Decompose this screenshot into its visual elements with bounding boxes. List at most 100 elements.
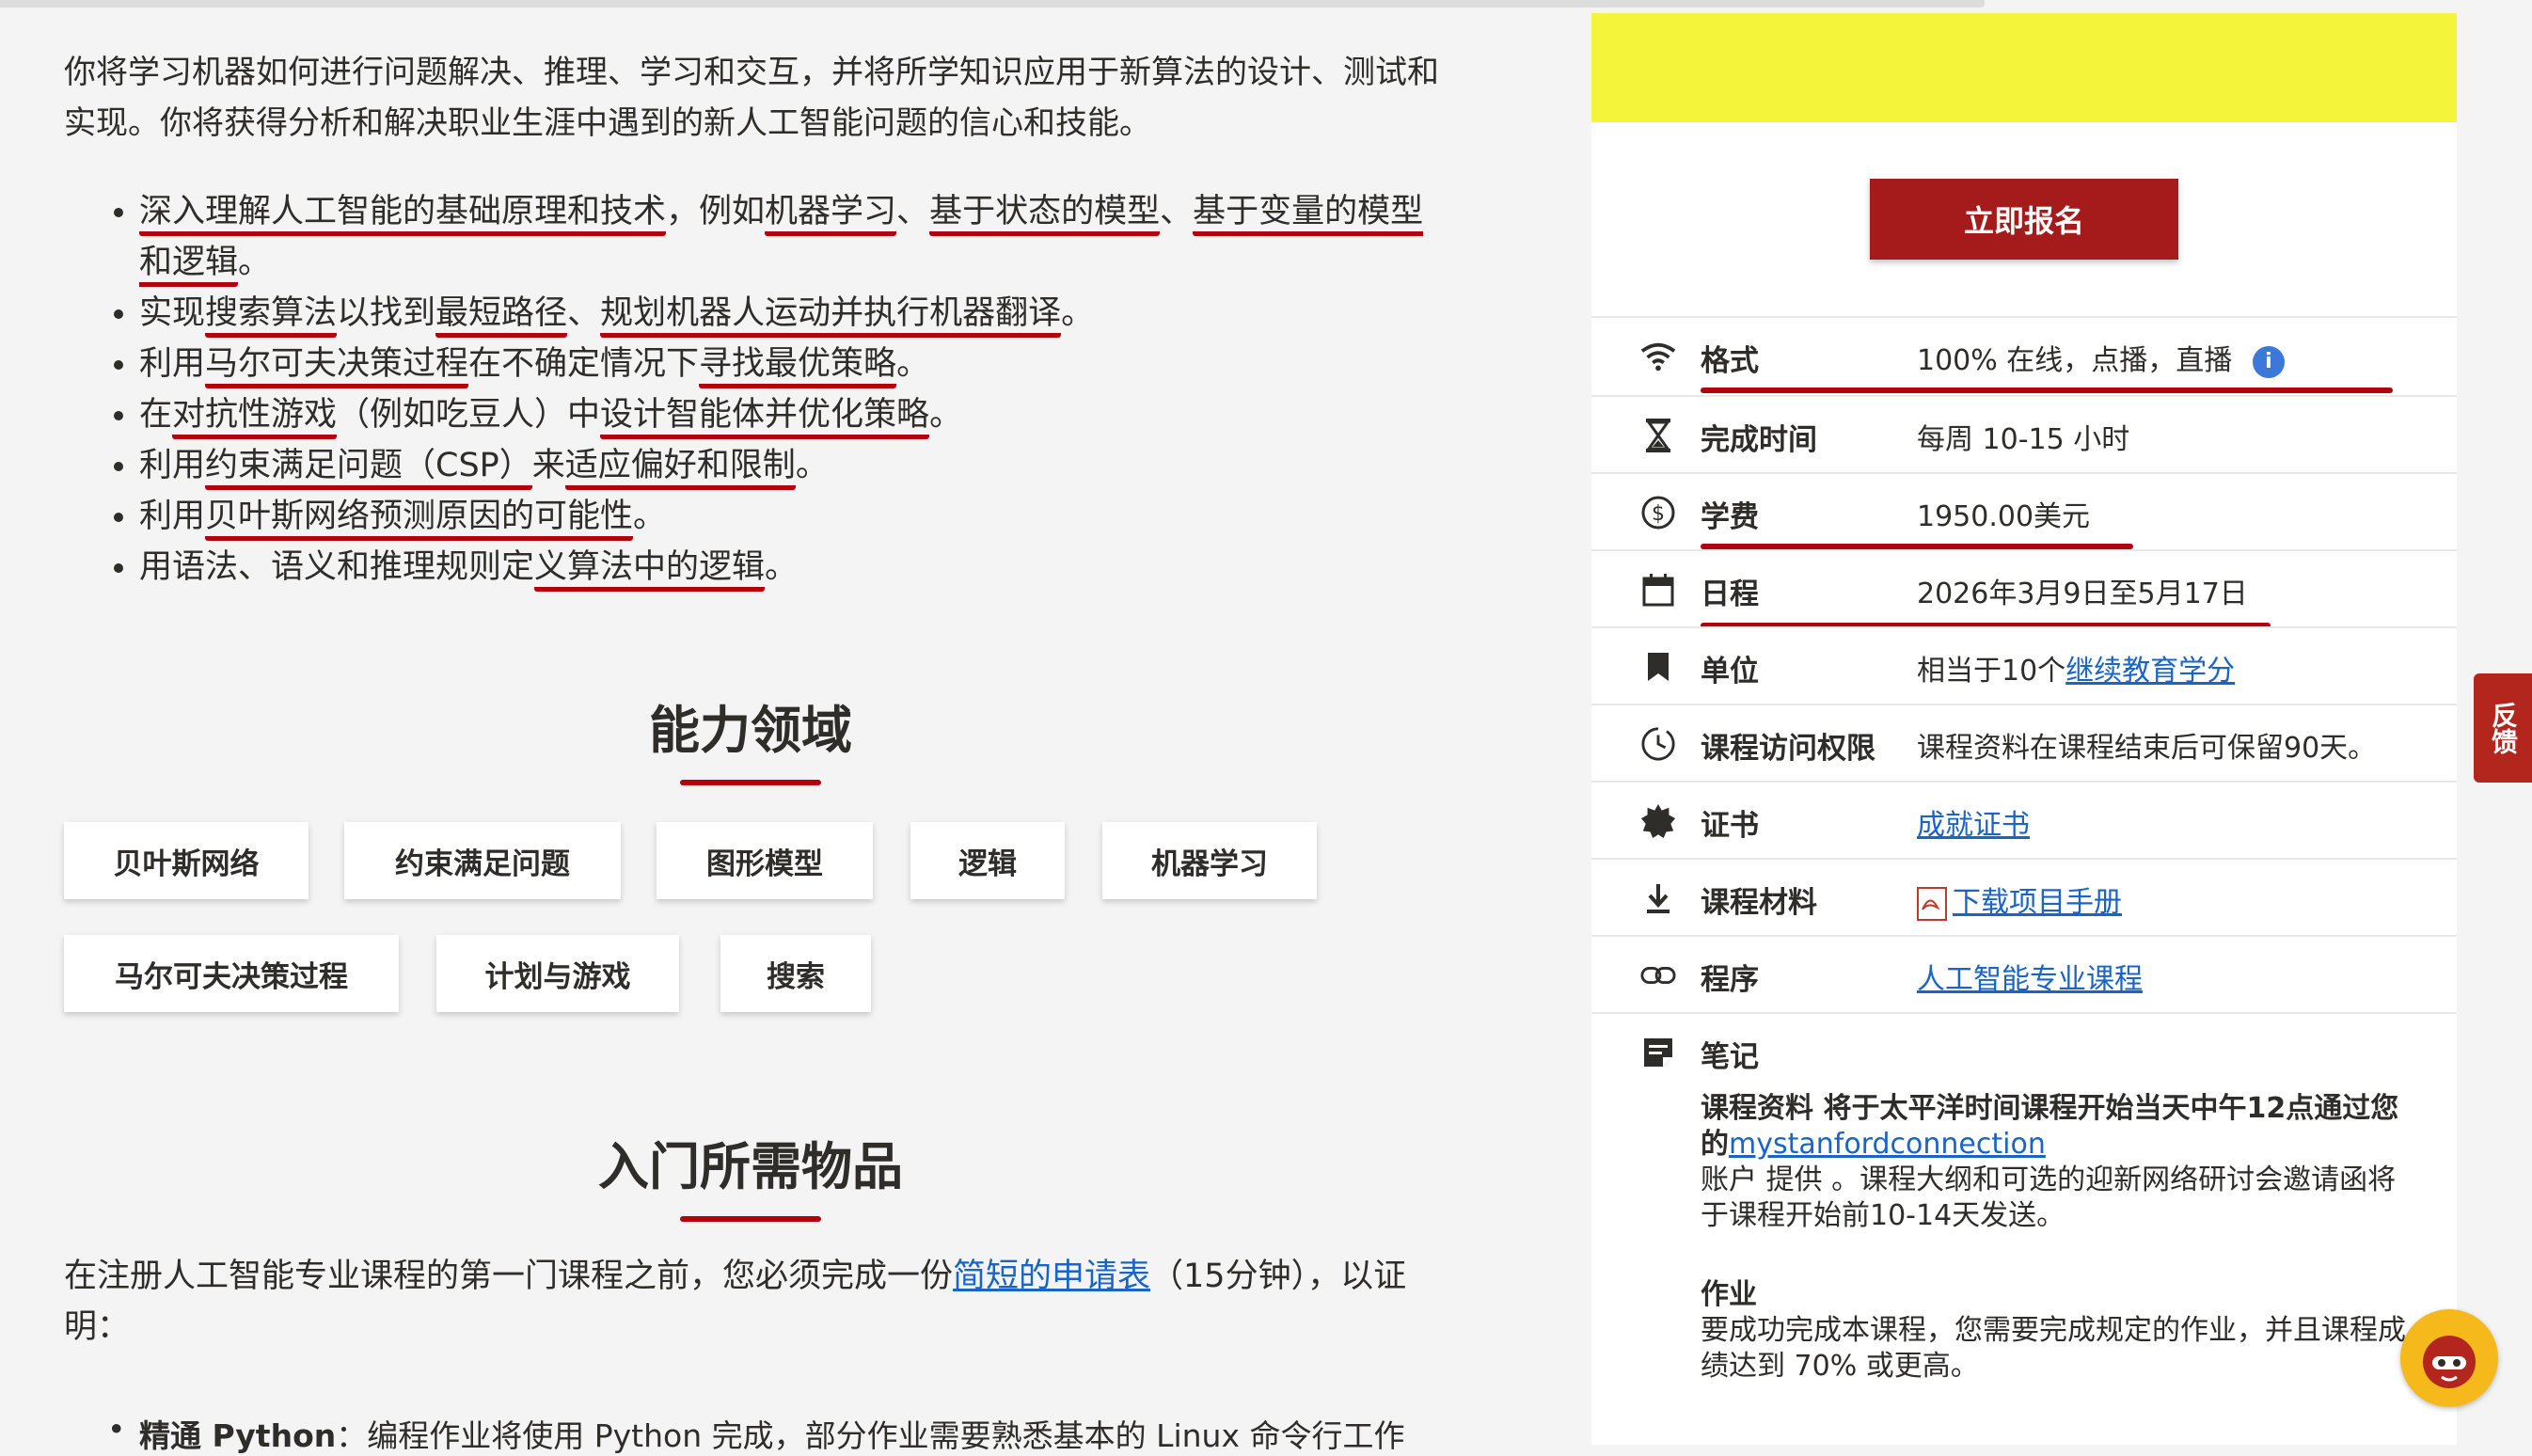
list-text: ，例如	[666, 193, 766, 230]
enroll-button[interactable]: 立即报名	[1870, 179, 2178, 260]
competencies-title: 能力领域	[64, 688, 1437, 785]
highlight-text: 搜索算法	[205, 294, 338, 338]
units-value: 相当于10个继续教育学分	[1917, 647, 2235, 688]
application-form-link[interactable]: 简短的申请表	[953, 1258, 1150, 1295]
units-label: 单位	[1701, 655, 1759, 688]
list-text: 。	[238, 244, 272, 281]
chip-logic[interactable]: 逻辑	[910, 822, 1065, 899]
highlight-text: 约束满足问题（CSP）	[205, 447, 532, 490]
schedule-label: 日程	[1701, 578, 1759, 611]
certificate-link[interactable]: 成就证书	[1917, 809, 2030, 842]
feedback-tab[interactable]: 反馈	[2474, 673, 2532, 783]
chip-machine-learning[interactable]: 机器学习	[1102, 822, 1317, 899]
tuition-label: 学费	[1701, 500, 1759, 534]
list-text: 。	[765, 548, 799, 586]
highlight-text: 基于状态的模型	[929, 193, 1161, 236]
chatbot-avatar-icon[interactable]	[2400, 1309, 2498, 1407]
prereq-text: 在注册人工智能专业课程的第一门课程之前，您必须完成一份	[64, 1258, 954, 1295]
program-value: 人工智能专业课程	[1917, 956, 2143, 997]
hourglass-icon	[1640, 418, 1676, 453]
info-row-units: 单位 相当于10个继续教育学分	[1591, 626, 2457, 705]
highlight-text: 贝叶斯网络预测原因的可能性	[205, 498, 634, 541]
info-icon[interactable]: i	[2252, 345, 2285, 378]
list-text: 来	[531, 447, 565, 484]
prerequisites-title-text: 入门所需物品	[598, 1137, 903, 1196]
units-text: 相当于10个	[1917, 655, 2066, 688]
notes-body: 课程资料 将于太平洋时间课程开始当天中午12点通过您的mystanfordcon…	[1701, 1091, 2415, 1234]
chip-planning-games[interactable]: 计划与游戏	[436, 935, 679, 1012]
notes-icon	[1640, 1035, 1676, 1070]
pdf-icon	[1917, 886, 1947, 921]
highlight-text: 规划机器人运动并执行机器翻译	[600, 294, 1062, 338]
materials-label: 课程材料	[1701, 886, 1817, 920]
access-value: 课程资料在课程结束后可保留90天。	[1917, 732, 2377, 765]
info-row-tuition: $ 学费 1950.00美元	[1591, 472, 2457, 551]
access-label: 课程访问权限	[1701, 732, 1875, 766]
highlight-banner	[1591, 13, 2457, 122]
ceu-link[interactable]: 继续教育学分	[2065, 655, 2235, 688]
homework-text: 要成功完成本课程，您需要完成规定的作业，并且课程成绩达到 70% 或更高。	[1701, 1314, 2406, 1383]
main-content: 你将学习机器如何进行问题解决、推理、学习和交互，并将所学知识应用于新算法的设计、…	[64, 47, 1447, 593]
format-label: 格式	[1701, 344, 1759, 378]
objectives-list: 深入理解人工智能的基础原理和技术，例如机器学习、基于状态的模型、基于变量的模型和…	[64, 186, 1447, 593]
list-text: 。	[896, 345, 930, 383]
certificate-value: 成就证书	[1917, 801, 2030, 843]
chip-search[interactable]: 搜索	[720, 935, 871, 1012]
info-row-schedule: 日程 2026年3月9日至5月17日	[1591, 549, 2457, 628]
notes-text: 账户 提供 。课程大纲和可选的迎新网络研讨会邀请函将于课程开始前10-14天发送…	[1701, 1163, 2397, 1232]
list-text: 。	[929, 396, 963, 434]
tuition-value: 1950.00美元	[1917, 500, 2091, 533]
highlight-text: 机器学习	[765, 193, 897, 236]
dollar-icon: $	[1640, 495, 1676, 530]
prerequisites-title: 入门所需物品	[64, 1125, 1437, 1222]
svg-text:$: $	[1652, 502, 1665, 526]
calendar-icon	[1640, 572, 1676, 608]
info-row-materials: 课程材料 下载项目手册	[1591, 858, 2457, 937]
title-underline	[680, 1216, 821, 1222]
title-underline	[680, 780, 821, 785]
clock-access-icon	[1640, 726, 1676, 762]
list-item: 利用马尔可夫决策过程在不确定情况下寻找最优策略。	[139, 339, 1447, 389]
list-text: 利用	[139, 345, 206, 383]
highlight-text: 马尔可夫决策过程	[205, 345, 469, 388]
list-text: 。	[1061, 294, 1095, 332]
list-text: 、	[896, 193, 930, 230]
list-item: 精通 Python：编程作业将使用 Python 完成，部分作业需要熟悉基本的 …	[107, 1411, 1456, 1456]
list-item: 用语法、语义和推理规则定义算法中的逻辑。	[139, 542, 1447, 593]
homework-title: 作业	[1701, 1278, 1757, 1311]
notes-label: 笔记	[1701, 1040, 1759, 1074]
list-text: 利用	[139, 447, 206, 484]
format-text: 100% 在线，点播，直播	[1917, 344, 2233, 377]
python-text: ：编程作业将使用 Python 完成，部分作业需要熟悉基本的 Linux 命令行…	[336, 1417, 1405, 1454]
chip-bayesian-networks[interactable]: 贝叶斯网络	[64, 822, 309, 899]
list-text: 在	[139, 396, 173, 434]
highlight-text: 设计智能体并优化策略	[600, 396, 930, 439]
link-icon	[1640, 957, 1676, 993]
list-text: 。	[633, 498, 667, 535]
info-row-format: 格式 100% 在线，点播，直播 i	[1591, 316, 2457, 395]
time-label: 完成时间	[1701, 423, 1817, 457]
chip-mdp[interactable]: 马尔可夫决策过程	[64, 935, 399, 1012]
prerequisites-paragraph: 在注册人工智能专业课程的第一门课程之前，您必须完成一份简短的申请表（15分钟），…	[64, 1251, 1447, 1353]
chip-csp[interactable]: 约束满足问题	[344, 822, 621, 899]
wifi-icon	[1640, 339, 1676, 374]
competencies-title-text: 能力领域	[649, 701, 852, 760]
info-row-program: 程序 人工智能专业课程	[1591, 935, 2457, 1014]
download-handbook-link[interactable]: 下载项目手册	[1953, 886, 2122, 919]
course-info-panel: 立即报名 格式 100% 在线，点播，直播 i 完成时间 每周 10-15 小时…	[1591, 13, 2457, 1445]
time-value: 每周 10-15 小时	[1917, 423, 2130, 456]
schedule-value: 2026年3月9日至5月17日	[1917, 578, 2248, 610]
list-text: 利用	[139, 498, 206, 535]
list-text: 、	[1160, 193, 1194, 230]
chip-graphical-models[interactable]: 图形模型	[657, 822, 873, 899]
format-value: 100% 在线，点播，直播 i	[1917, 337, 2285, 378]
list-text: 用语法、语义和推理规则定	[139, 548, 535, 586]
mystanfordconnection-link[interactable]: mystanfordconnection	[1729, 1128, 2046, 1161]
annotation-underline	[1701, 388, 2393, 393]
badge-icon	[1640, 803, 1676, 839]
ai-program-link[interactable]: 人工智能专业课程	[1917, 963, 2143, 996]
list-text: 实现	[139, 294, 206, 332]
bookmark-icon	[1640, 649, 1676, 685]
certificate-label: 证书	[1701, 809, 1759, 843]
homework-section: 作业 要成功完成本课程，您需要完成规定的作业，并且课程成绩达到 70% 或更高。	[1701, 1277, 2415, 1385]
